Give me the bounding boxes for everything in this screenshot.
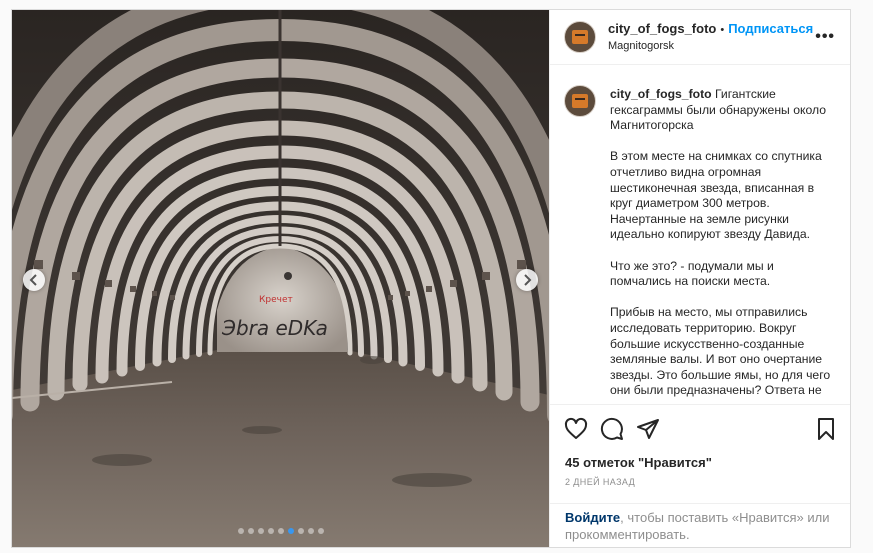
graffiti-red: Кречет <box>259 295 293 305</box>
comment-icon[interactable] <box>600 417 624 441</box>
slide-dot <box>307 528 314 534</box>
avatar[interactable] <box>564 21 596 53</box>
previous-slide-button[interactable] <box>23 269 45 291</box>
post-header: city_of_fogs_foto • Подписаться Magnitogor… <box>550 10 850 65</box>
post-side-panel: city_of_fogs_foto • Подписаться Magnitogor… <box>549 10 850 547</box>
username-link[interactable]: city_of_fogs_foto <box>608 21 716 36</box>
caption-username[interactable]: city_of_fogs_foto <box>610 87 712 101</box>
slide-dot <box>287 528 294 534</box>
slide-dot <box>257 528 264 534</box>
likes-count[interactable]: 45 отметок "Нравится" <box>565 455 712 470</box>
caption-paragraph: Что же это? - подумали мы и помчались на… <box>610 258 774 289</box>
slide-dot <box>297 528 304 534</box>
post-timestamp[interactable]: 2 ДНЕЙ НАЗАД <box>565 477 635 487</box>
next-slide-button[interactable] <box>516 269 538 291</box>
heart-icon[interactable] <box>564 417 588 441</box>
login-link[interactable]: Войдите <box>565 510 620 525</box>
caption-paragraph: Прибыв на место, мы отправились исследов… <box>610 305 831 398</box>
caption-paragraph: В этом месте на снимках со спутника отче… <box>610 149 822 242</box>
location-link[interactable]: Magnitogorsk <box>608 40 813 53</box>
slide-dot <box>237 528 244 534</box>
paper-plane-icon[interactable] <box>636 417 660 441</box>
graffiti-black: Эbra eDKa <box>221 316 328 340</box>
chevron-left-icon <box>29 274 37 286</box>
action-bar <box>550 404 850 452</box>
follow-button[interactable]: Подписаться <box>728 21 813 36</box>
more-options-icon[interactable]: ••• <box>813 28 837 46</box>
slide-dot <box>317 528 324 534</box>
chevron-right-icon <box>524 274 532 286</box>
slide-dot <box>247 528 254 534</box>
hangar-image: Кречет Эbra eDKa <box>12 10 549 547</box>
slide-dot <box>267 528 274 534</box>
caption-avatar[interactable] <box>564 85 596 117</box>
caption: city_of_fogs_foto Гигантские гексаграммы… <box>564 85 834 404</box>
login-prompt: Войдите, чтобы поставить «Нравится» или … <box>550 503 850 547</box>
post-card: Кречет Эbra eDKa city_of_fogs_foto • Под… <box>11 9 851 548</box>
comments-section: city_of_fogs_foto Гигантские гексаграммы… <box>550 65 850 404</box>
separator-dot: • <box>720 24 725 37</box>
slide-indicator <box>12 528 549 534</box>
bookmark-icon[interactable] <box>814 417 838 441</box>
slide-dot <box>277 528 284 534</box>
post-photo[interactable]: Кречет Эbra eDKa <box>12 10 549 547</box>
